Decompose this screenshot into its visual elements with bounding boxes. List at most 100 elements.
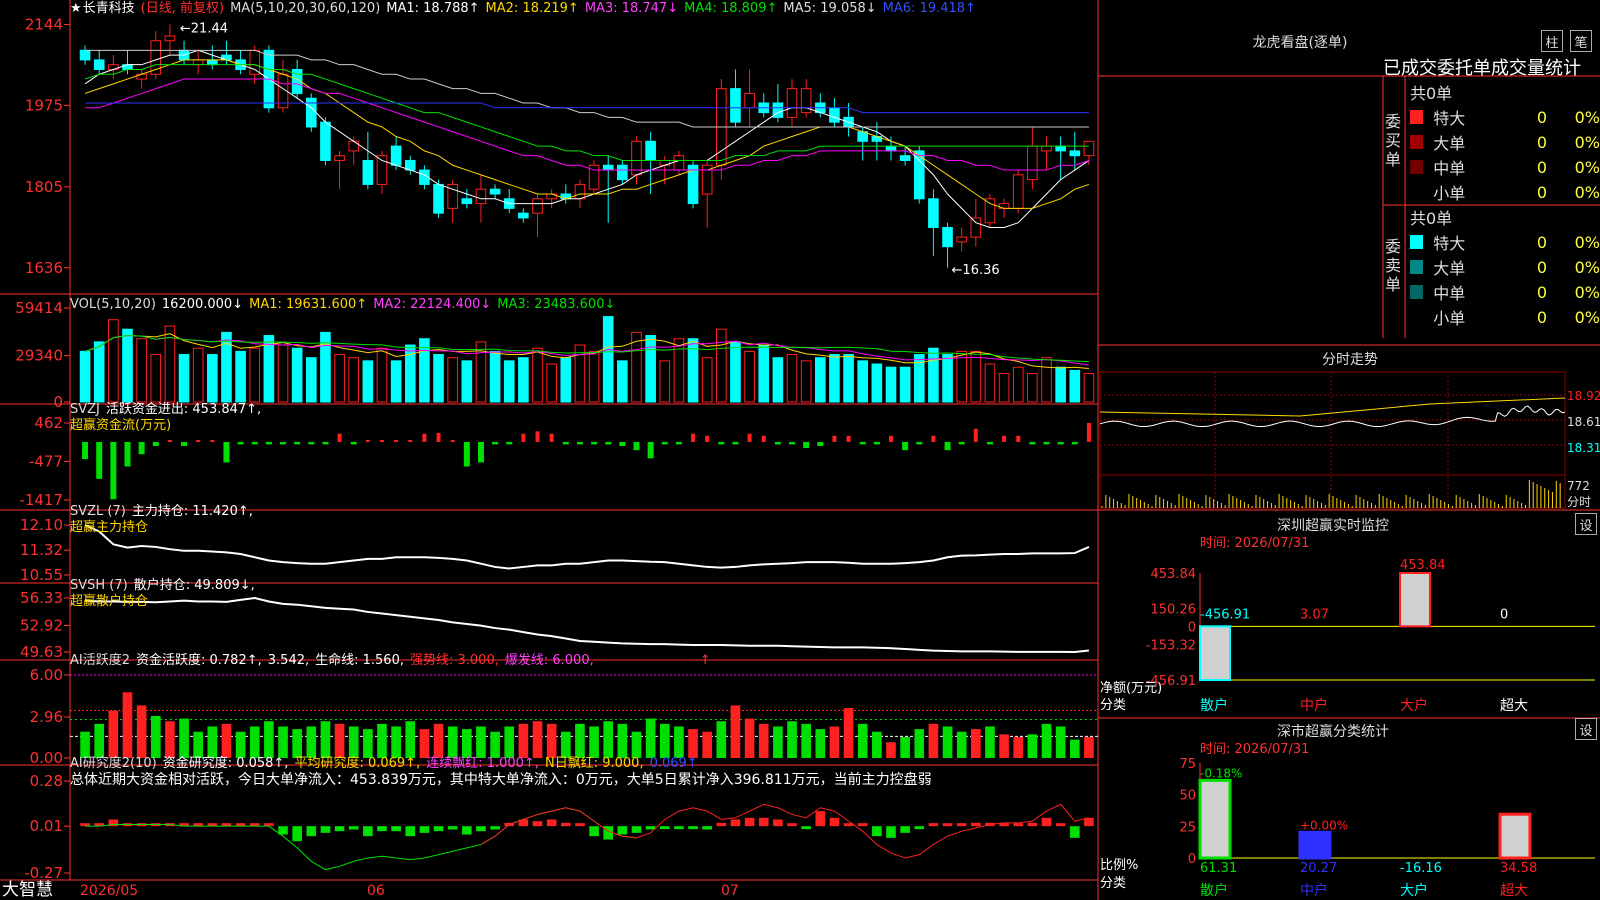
ai-res-v5: 0.069↑ xyxy=(649,756,698,771)
candle xyxy=(390,145,402,166)
svzj-bar xyxy=(691,433,696,442)
svzj-bar xyxy=(308,441,315,445)
volume-bar xyxy=(348,357,360,403)
volume-bar xyxy=(928,347,939,403)
volume-bar xyxy=(518,357,529,403)
fs-axis-label: 18.31 xyxy=(1567,441,1600,455)
order-count: 0 xyxy=(1536,257,1548,277)
ai-res-bar xyxy=(631,826,642,833)
sc-time: 时间: 2026/07/31 xyxy=(1200,742,1310,757)
candle xyxy=(970,217,982,238)
ai-res-bar xyxy=(419,826,430,833)
ai-act-name: AI活跃度2 xyxy=(70,653,130,668)
candle xyxy=(1055,145,1066,152)
buy-order-row[interactable]: 大单 0 0% xyxy=(1410,130,1600,154)
volume-bar xyxy=(362,360,374,403)
vol-name: VOL(5,10,20) xyxy=(70,297,156,312)
volume-bar xyxy=(207,354,218,403)
svzj-bar xyxy=(394,439,399,442)
sc-bar xyxy=(1298,830,1332,860)
ai-act-bar xyxy=(900,736,910,758)
candle xyxy=(885,145,897,152)
sz-axis-label: 0 xyxy=(1188,620,1196,635)
sc-axis-label: 25 xyxy=(1179,820,1196,835)
ai-act-strong: 强势线: 3.000, xyxy=(410,653,499,668)
sc-xlabel: 分类 xyxy=(1100,876,1127,891)
ma-line-ma120 xyxy=(85,102,1089,114)
svzj-bar xyxy=(747,433,752,442)
svzj-bar xyxy=(110,441,117,500)
ai-res-bar xyxy=(348,826,359,830)
svzj-bar xyxy=(944,441,951,451)
sell-order-row[interactable]: 大单 0 0% xyxy=(1410,255,1600,279)
ai-act-bar xyxy=(320,721,331,758)
candle xyxy=(928,198,939,229)
candle xyxy=(433,183,444,214)
svzj-bar xyxy=(732,441,739,445)
order-percent: 0% xyxy=(1574,157,1600,177)
svzj-axis-label: -477 xyxy=(29,452,63,470)
sc-category: 超大 xyxy=(1500,883,1528,899)
bar-view-button[interactable]: 柱 xyxy=(1541,30,1563,52)
ai-res-ndays: N日飘红: 9.000, xyxy=(544,756,644,771)
svzj-bar xyxy=(96,441,103,479)
sz-ylabel: 净额(万元) xyxy=(1100,681,1163,696)
sell-order-row[interactable]: 特大 0 0% xyxy=(1410,230,1600,254)
sell-order-row[interactable]: 中单 0 0% xyxy=(1410,280,1600,304)
chart-mode[interactable]: (日线, 前复权) xyxy=(141,1,224,16)
candle xyxy=(1069,150,1081,157)
high-price-mark: ←21.44 xyxy=(180,21,228,36)
volume-bar xyxy=(560,357,572,403)
buy-order-row[interactable]: 中单 0 0% xyxy=(1410,155,1600,179)
candle xyxy=(348,140,360,152)
ai-act-axis-label: 2.96 xyxy=(30,708,63,726)
sz-settings-button[interactable]: 设 xyxy=(1575,513,1597,535)
svzj-bar xyxy=(463,441,470,467)
brand-logo[interactable]: 大智慧 xyxy=(2,881,53,900)
candle xyxy=(1027,145,1038,181)
volume-bar xyxy=(617,360,628,403)
volume-bar xyxy=(433,354,444,403)
ai-res-summary: 总体近期大资金相对活跃，今日大单净流入：453.839万元，其中特大单净流入：0… xyxy=(70,772,932,788)
ai-act-bar xyxy=(857,723,868,758)
svzj-bar xyxy=(477,441,484,463)
buy-order-row[interactable]: 小单 0 0% xyxy=(1410,180,1600,204)
svzj-bar xyxy=(322,441,329,445)
ai-res-axis-label: 0.01 xyxy=(30,817,63,835)
sz-category: 大户 xyxy=(1400,697,1428,714)
volume-bar xyxy=(673,338,685,403)
color-swatch xyxy=(1410,110,1424,124)
svzl-line xyxy=(84,524,1090,570)
sc-bar-value: -16.16 xyxy=(1400,861,1442,876)
ai-res-bar xyxy=(801,826,811,830)
ai-res-bar xyxy=(1027,822,1038,827)
svzj-bar xyxy=(803,441,810,449)
svzj-bar xyxy=(591,441,598,445)
ai-res-header: AI研究度2(10) 资金研究度: 0.058↑, 平均研究度: 0.069↑, 连续… xyxy=(70,756,704,771)
vol-axis-label: 59414 xyxy=(15,299,63,317)
candle xyxy=(1083,140,1095,157)
ai-act-bar xyxy=(1069,739,1080,758)
volume-bar xyxy=(249,347,261,403)
ai-act-bar xyxy=(221,723,232,758)
svzj-bar xyxy=(832,435,837,442)
svzj-bar xyxy=(859,441,866,445)
sc-bar-top: +0.00% xyxy=(1300,818,1348,832)
svzj-bar xyxy=(265,441,272,445)
sell-order-row[interactable]: 小单 0 0% xyxy=(1410,305,1600,329)
candle xyxy=(249,49,261,75)
tick-view-button[interactable]: 笔 xyxy=(1570,30,1592,52)
ai-res-name: AI研究度2(10) xyxy=(70,756,157,771)
ai-act-bar xyxy=(1084,736,1094,758)
sc-settings-button[interactable]: 设 xyxy=(1575,718,1597,740)
stock-name[interactable]: 长青科技 xyxy=(83,1,135,16)
ai-res-bar xyxy=(546,819,557,827)
ai-act-bar xyxy=(193,731,203,758)
ai-res-bar xyxy=(320,826,331,833)
ai-act-bar xyxy=(956,731,967,758)
svzj-bar xyxy=(761,435,766,442)
buy-order-row[interactable]: 特大 0 0% xyxy=(1410,105,1600,129)
svzj-bar xyxy=(1071,441,1078,445)
star-icon[interactable]: ★ xyxy=(70,1,82,16)
svzj-sub: 超赢资金流(万元) xyxy=(70,418,172,433)
